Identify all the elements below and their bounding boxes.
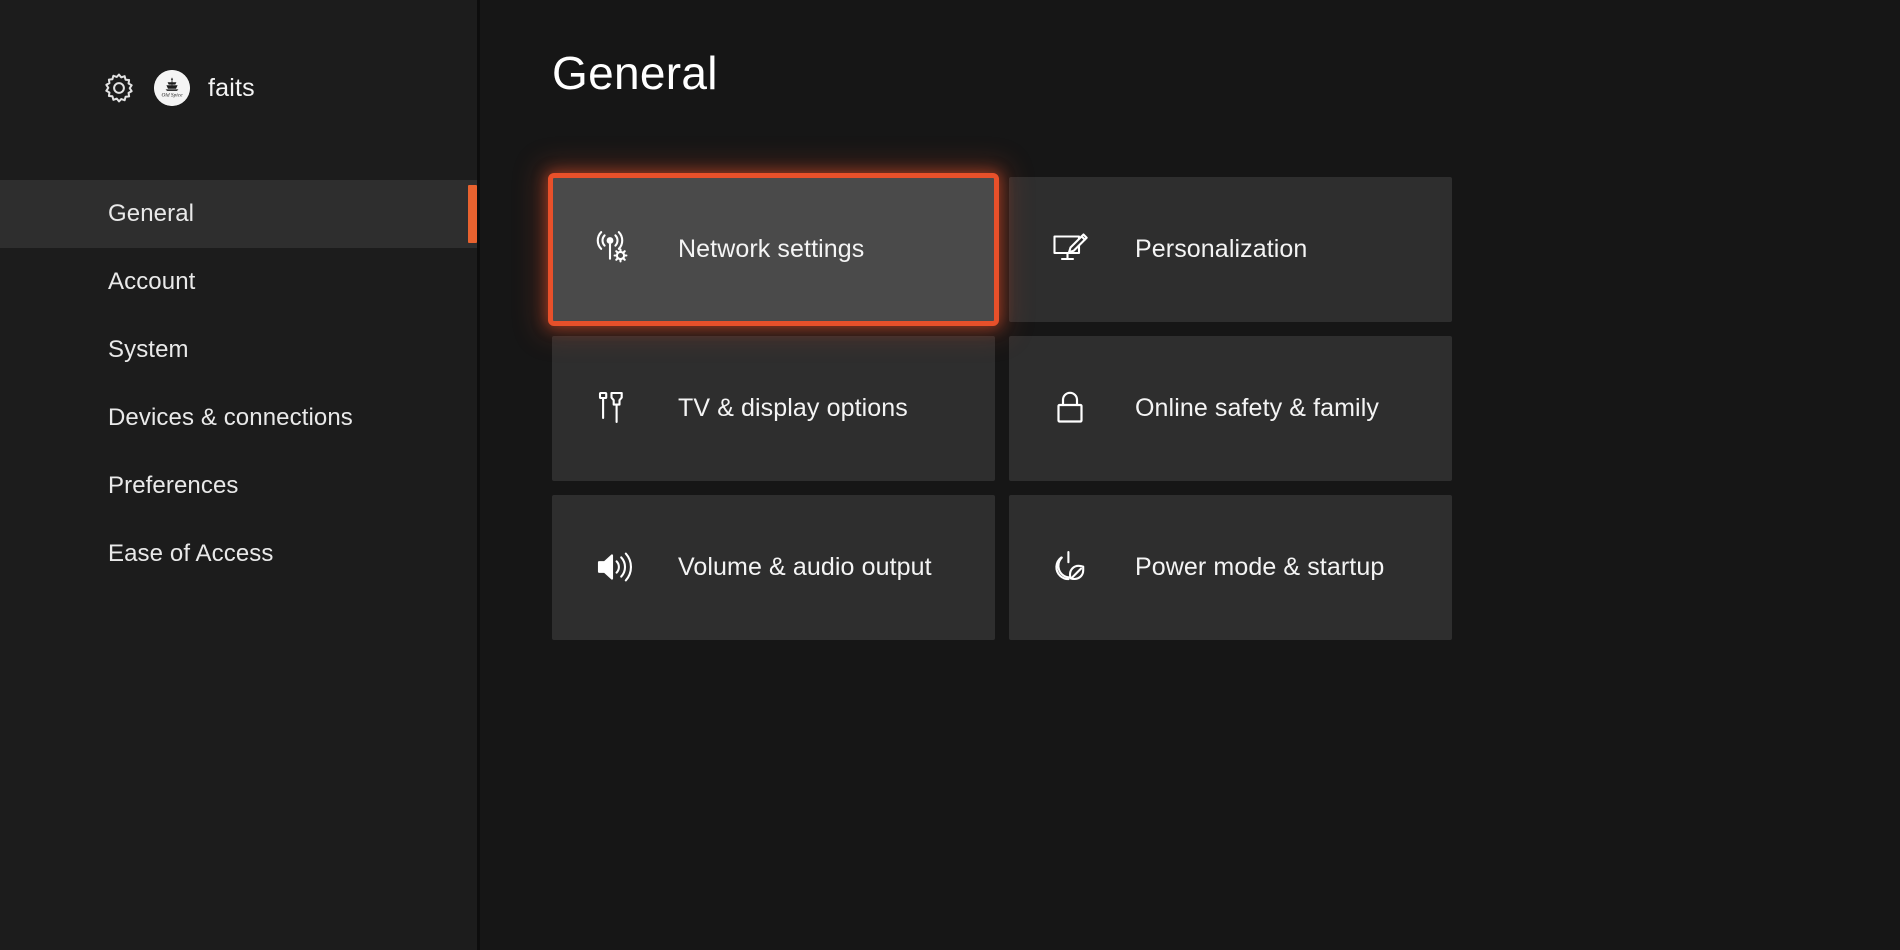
- sidebar-item-label: Account: [108, 268, 196, 295]
- tile-label: Volume & audio output: [678, 552, 932, 581]
- tile-label: TV & display options: [678, 393, 908, 422]
- sidebar-item-label: System: [108, 336, 189, 363]
- sidebar-item-account[interactable]: Account: [0, 248, 480, 316]
- sidebar-item-ease-of-access[interactable]: Ease of Access: [0, 520, 480, 588]
- sidebar-item-label: Devices & connections: [108, 404, 353, 431]
- avatar[interactable]: Old Spice: [154, 70, 190, 106]
- sidebar-item-preferences[interactable]: Preferences: [0, 452, 480, 520]
- profile-row[interactable]: Old Spice faits: [0, 58, 480, 118]
- sidebar: Old Spice faits General Account System D…: [0, 0, 480, 950]
- padlock-icon: [1047, 385, 1093, 431]
- tile-volume-audio-output[interactable]: Volume & audio output: [552, 494, 995, 640]
- selection-indicator: [468, 185, 477, 243]
- sidebar-nav: General Account System Devices & connect…: [0, 180, 480, 588]
- tile-network-settings[interactable]: Network settings: [548, 172, 999, 326]
- gear-icon[interactable]: [102, 71, 136, 105]
- page-title: General: [552, 47, 718, 99]
- tile-online-safety-family[interactable]: Online safety & family: [1009, 335, 1452, 481]
- tile-power-mode-startup[interactable]: Power mode & startup: [1009, 494, 1452, 640]
- main-content: General Network settings Personalization…: [480, 0, 1900, 950]
- svg-text:Old Spice: Old Spice: [161, 92, 183, 98]
- settings-tile-grid: Network settings Personalization TV & di…: [548, 172, 1452, 640]
- network-broadcast-gear-icon: [590, 226, 636, 272]
- tile-label: Online safety & family: [1135, 393, 1379, 422]
- xbox-settings-screen: Old Spice faits General Account System D…: [0, 0, 1900, 950]
- profile-username: faits: [208, 73, 255, 102]
- sidebar-item-label: Preferences: [108, 472, 239, 499]
- sidebar-item-label: Ease of Access: [108, 540, 274, 567]
- tile-personalization[interactable]: Personalization: [1009, 176, 1452, 322]
- tile-tv-display-options[interactable]: TV & display options: [552, 335, 995, 481]
- hdmi-cable-icon: [590, 385, 636, 431]
- tile-label: Network settings: [678, 234, 865, 263]
- tile-label: Personalization: [1135, 234, 1308, 263]
- speaker-waves-icon: [590, 544, 636, 590]
- sidebar-item-system[interactable]: System: [0, 316, 480, 384]
- sidebar-item-label: General: [108, 200, 195, 227]
- sidebar-item-general[interactable]: General: [0, 180, 480, 248]
- tile-label: Power mode & startup: [1135, 552, 1385, 581]
- power-leaf-icon: [1047, 544, 1093, 590]
- sidebar-item-devices-connections[interactable]: Devices & connections: [0, 384, 480, 452]
- monitor-paintbrush-icon: [1047, 226, 1093, 272]
